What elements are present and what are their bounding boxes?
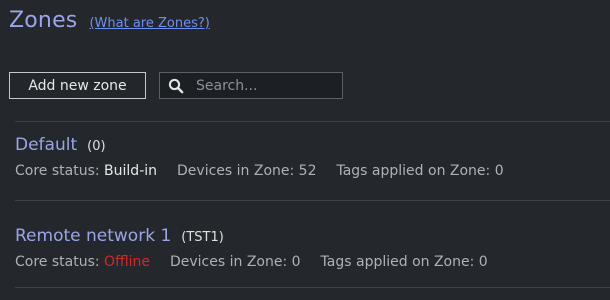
- tags-count: Tags applied on Zone: 0: [336, 163, 504, 179]
- core-status: Core status: Build-in: [15, 163, 157, 179]
- divider: [15, 121, 610, 122]
- what-are-zones-link[interactable]: (What are Zones?): [89, 16, 209, 31]
- search-input[interactable]: [196, 77, 336, 94]
- divider: [15, 287, 610, 288]
- core-status-label: Core status:: [15, 163, 100, 179]
- zone-item-default: Default (0) Core status: Build-in Device…: [15, 135, 504, 179]
- tags-count: Tags applied on Zone: 0: [320, 254, 488, 270]
- zone-name-link[interactable]: Default: [15, 135, 77, 155]
- zone-meta: Core status: Offline Devices in Zone: 0 …: [15, 254, 488, 270]
- core-status: Core status: Offline: [15, 254, 150, 270]
- search-icon: [168, 78, 184, 94]
- zone-code: (TST1): [181, 230, 224, 245]
- core-status-value: Offline: [104, 254, 150, 270]
- zone-title-row: Remote network 1 (TST1): [15, 226, 488, 246]
- toolbar: Add new zone: [9, 72, 343, 99]
- zone-name-link[interactable]: Remote network 1: [15, 226, 171, 246]
- page-header: Zones (What are Zones?): [9, 8, 210, 33]
- zone-meta: Core status: Build-in Devices in Zone: 5…: [15, 163, 504, 179]
- zone-code: (0): [87, 139, 106, 154]
- core-status-label: Core status:: [15, 254, 100, 270]
- devices-count: Devices in Zone: 52: [177, 163, 317, 179]
- add-new-zone-button[interactable]: Add new zone: [9, 72, 146, 99]
- page-title: Zones: [9, 8, 78, 33]
- zone-title-row: Default (0): [15, 135, 504, 155]
- zones-page: Zones (What are Zones?) Add new zone Def…: [0, 0, 610, 300]
- search-box[interactable]: [159, 72, 343, 99]
- devices-count: Devices in Zone: 0: [169, 254, 301, 270]
- core-status-value: Build-in: [104, 163, 158, 179]
- divider: [15, 200, 610, 201]
- zone-item-remote-network-1: Remote network 1 (TST1) Core status: Off…: [15, 226, 488, 270]
